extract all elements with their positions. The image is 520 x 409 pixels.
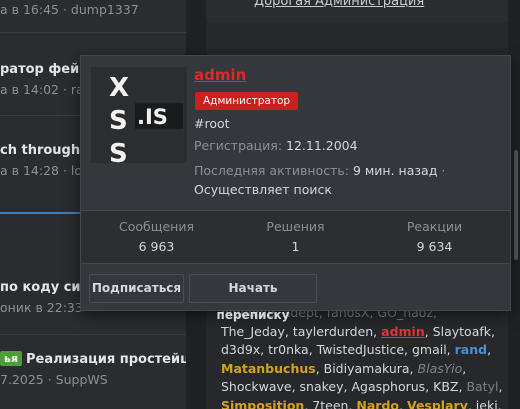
- username-link[interactable]: admin: [194, 66, 246, 84]
- avatar-text-x: X: [109, 73, 129, 103]
- online-users-row: Shockwave, snakey, Agasphorus, KBZ, Baty…: [221, 378, 503, 397]
- divider: [0, 32, 186, 33]
- user-link: ,: [399, 397, 407, 409]
- thread-prefix-tag: ья: [0, 351, 23, 366]
- stat-label: Сообщения: [118, 219, 194, 234]
- thread-title[interactable]: ьяРеализация простейше...: [0, 351, 186, 367]
- last-activity-time[interactable]: 9 мин. назад: [353, 163, 437, 178]
- registration-info: Регистрация: 12.11.2004: [194, 138, 358, 153]
- stat-messages[interactable]: Сообщения 6 963: [85, 211, 228, 254]
- avatar-text-domain: .IS: [137, 105, 168, 129]
- sidebar-top-link[interactable]: Дорогая Администрация: [254, 0, 424, 9]
- thread-meta: 7.2025 · SuppWS: [0, 372, 108, 387]
- user-link-simposition[interactable]: Simposition: [221, 398, 304, 409]
- last-activity-separator: ·: [441, 163, 446, 178]
- user-link-vesplary[interactable]: Vesplary: [407, 398, 468, 409]
- online-users-row: Matanbuchus, Bidiyamakura, BlasYio,: [221, 360, 503, 379]
- stat-label: Решения: [266, 219, 325, 234]
- stat-value: 1: [291, 239, 300, 254]
- avatar[interactable]: X S S .IS: [91, 67, 187, 163]
- stat-value: 9 634: [416, 239, 453, 254]
- user-link[interactable]: , Bidiyamakura,: [316, 361, 418, 376]
- start-conversation-button[interactable]: Начать переписку: [189, 274, 317, 322]
- thread-title-text: Реализация простейше...: [26, 352, 186, 367]
- user-link-batyl[interactable]: Batyl: [466, 379, 498, 394]
- thread-item[interactable]: ьяРеализация простейше... 7.2025 · SuppW…: [0, 351, 186, 387]
- avatar-text-s1: S: [109, 106, 128, 136]
- user-link: ,: [487, 342, 492, 357]
- user-link-blasyio[interactable]: BlasYio: [418, 361, 463, 376]
- last-activity-info: Последняя активность: 9 мин. назад ·: [194, 163, 445, 178]
- xss-logo-icon: X S S .IS: [91, 67, 187, 163]
- last-activity-label: Последняя активность:: [194, 163, 349, 178]
- user-title: #root: [194, 116, 230, 131]
- stat-solutions[interactable]: Решения 1: [224, 211, 367, 254]
- avatar-text-s2: S: [109, 139, 128, 163]
- online-users-row: Simposition, 7teen, Nardo, Vesplary, jek…: [221, 397, 503, 409]
- user-link: ,: [498, 379, 503, 394]
- user-link-admin[interactable]: admin: [381, 324, 425, 339]
- stat-reactions[interactable]: Реакции 9 634: [363, 211, 506, 254]
- user-link: ,: [462, 360, 467, 376]
- user-link[interactable]: d3d9x, tr0nka, TwistedJustice, gmail,: [221, 342, 455, 357]
- user-link-matanbuchus[interactable]: Matanbuchus: [221, 361, 316, 376]
- online-users-row: d3d9x, tr0nka, TwistedJustice, gmail, ra…: [221, 341, 503, 360]
- user-link[interactable]: , 7teen,: [304, 398, 356, 409]
- registration-date: 12.11.2004: [286, 138, 358, 153]
- user-link[interactable]: , Slaytoafk,: [425, 324, 495, 339]
- user-link[interactable]: , jeki,: [468, 398, 502, 409]
- thread-meta: а в 16:45 · dump1337: [0, 2, 139, 17]
- follow-button[interactable]: Подписаться: [89, 274, 184, 303]
- role-badge: Администратор: [195, 92, 299, 110]
- divider: [0, 334, 186, 335]
- user-link-rand[interactable]: rand: [455, 342, 487, 357]
- activity-status: Осуществляет поиск: [194, 182, 332, 197]
- user-link[interactable]: Shockwave, snakey, Agasphorus, KBZ,: [221, 379, 466, 394]
- stat-label: Реакции: [406, 219, 463, 234]
- user-link-nardo[interactable]: Nardo: [356, 398, 399, 409]
- member-stats: Сообщения 6 963 Решения 1 Реакции 9 634: [81, 210, 510, 264]
- stat-value: 6 963: [138, 239, 175, 254]
- registration-label: Регистрация:: [194, 138, 283, 153]
- member-tooltip-card: X S S .IS admin Администратор #root Реги…: [80, 55, 511, 322]
- scrollbar-thumb[interactable]: [514, 150, 518, 260]
- thread-item[interactable]: а в 16:45 · dump1337: [0, 0, 186, 17]
